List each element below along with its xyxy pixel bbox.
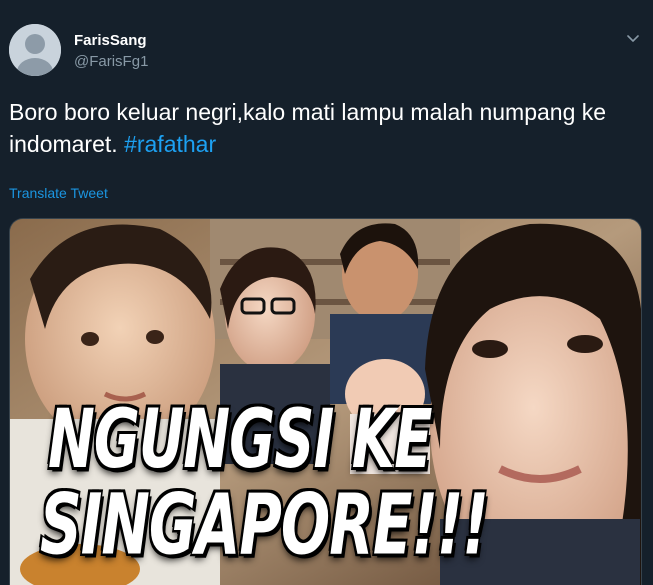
thumbnail-headline-line2: SINGAPORE!!! (40, 475, 489, 574)
thumbnail-headline-line1: NGUNGSI KE (48, 393, 432, 488)
translate-tweet-link[interactable]: Translate Tweet (9, 185, 108, 201)
avatar[interactable] (9, 24, 61, 76)
tweet-media-image[interactable]: NGUNGSI KE SINGAPORE!!! (9, 218, 642, 585)
tweet-text-body: Boro boro keluar negri,kalo mati lampu m… (9, 99, 607, 157)
tweet-text: Boro boro keluar negri,kalo mati lampu m… (9, 96, 641, 160)
author-name[interactable]: FarisSang (74, 32, 147, 49)
chevron-down-icon[interactable] (625, 30, 641, 46)
tweet-card[interactable]: FarisSang @FarisFg1 Boro boro keluar neg… (0, 0, 653, 585)
author-handle[interactable]: @FarisFg1 (74, 53, 148, 70)
hashtag-link[interactable]: #rafathar (124, 131, 216, 157)
default-avatar-icon (9, 24, 61, 76)
